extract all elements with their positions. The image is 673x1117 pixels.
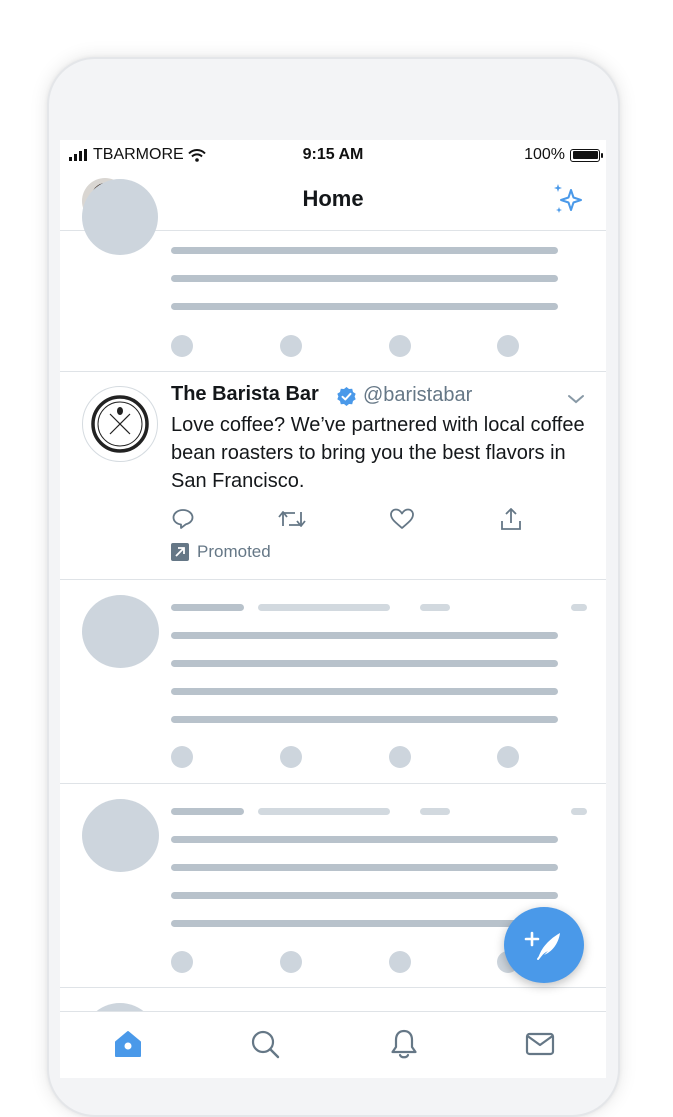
- skeleton-line: [171, 604, 244, 611]
- home-icon[interactable]: [112, 1028, 144, 1060]
- skeleton-line: [258, 604, 390, 611]
- notifications-icon[interactable]: [388, 1028, 420, 1060]
- skeleton-avatar: [82, 179, 158, 255]
- messages-icon[interactable]: [524, 1028, 556, 1060]
- search-icon[interactable]: [249, 1028, 281, 1060]
- skeleton-line: [171, 716, 558, 723]
- skeleton-action: [171, 951, 193, 973]
- skeleton-line: [171, 920, 558, 927]
- skeleton-line: [171, 632, 558, 639]
- skeleton-action: [389, 951, 411, 973]
- skeleton-line: [420, 604, 450, 611]
- skeleton-line: [420, 808, 450, 815]
- skeleton-action: [389, 335, 411, 357]
- skeleton-line: [171, 688, 558, 695]
- divider: [60, 783, 606, 784]
- compose-button[interactable]: [504, 907, 584, 983]
- skeleton-action: [171, 746, 193, 768]
- skeleton-line: [258, 808, 390, 815]
- tweet-author-handle[interactable]: @baristabar: [363, 384, 472, 407]
- barista-bar-avatar[interactable]: [82, 386, 158, 462]
- skeleton-line: [171, 836, 558, 843]
- status-bar: TBARMORE 9:15 AM 100%: [60, 140, 606, 170]
- skeleton-action: [171, 335, 193, 357]
- skeleton-action: [280, 951, 302, 973]
- skeleton-action: [389, 746, 411, 768]
- skeleton-line: [171, 892, 558, 899]
- tweet-author-name[interactable]: The Barista Bar: [171, 383, 319, 406]
- promoted-label: Promoted: [171, 542, 271, 562]
- share-icon[interactable]: [499, 506, 523, 532]
- battery-percent: 100%: [524, 146, 565, 163]
- sparkle-icon[interactable]: [552, 182, 586, 216]
- divider: [60, 987, 606, 988]
- skeleton-action: [280, 335, 302, 357]
- skeleton-action: [280, 746, 302, 768]
- skeleton-avatar: [82, 595, 159, 668]
- divider: [60, 371, 606, 372]
- promoted-icon: [171, 543, 189, 561]
- skeleton-avatar: [82, 799, 159, 872]
- chevron-down-icon[interactable]: [567, 394, 585, 404]
- divider: [60, 579, 606, 580]
- verified-icon: [337, 387, 356, 406]
- skeleton-line: [571, 604, 587, 611]
- skeleton-line: [171, 660, 558, 667]
- skeleton-action: [497, 335, 519, 357]
- skeleton-line: [171, 864, 558, 871]
- tweet-text: Love coffee? We’ve partnered with local …: [171, 414, 585, 492]
- skeleton-line: [171, 275, 558, 282]
- like-icon[interactable]: [389, 508, 415, 530]
- compose-icon: [524, 931, 560, 960]
- promoted-text: Promoted: [197, 542, 271, 561]
- skeleton-line: [171, 247, 558, 254]
- retweet-icon[interactable]: [277, 507, 307, 531]
- skeleton-line: [171, 808, 244, 815]
- skeleton-line: [171, 303, 558, 310]
- skeleton-action: [497, 746, 519, 768]
- battery-icon: [570, 148, 603, 162]
- skeleton-line: [571, 808, 587, 815]
- reply-icon[interactable]: [171, 507, 195, 531]
- status-right: 100%: [524, 146, 603, 164]
- bottom-tab-bar: [60, 1011, 606, 1078]
